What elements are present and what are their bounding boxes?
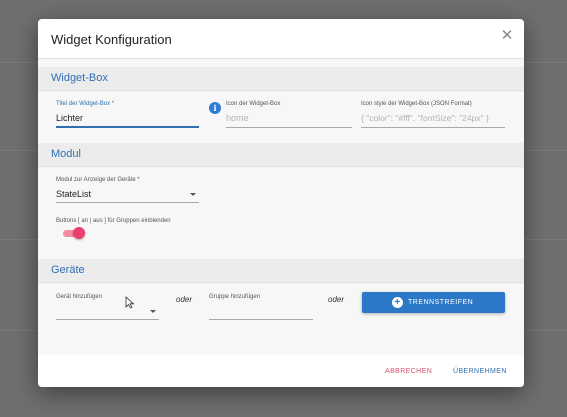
apply-button[interactable]: ÜBERNEHMEN	[453, 368, 507, 375]
widget-icon-underline	[226, 127, 352, 128]
section-title-modul: Modul	[51, 148, 81, 160]
mouse-cursor-icon	[125, 296, 135, 309]
widget-icon-label: Icon der Widget-Box	[226, 101, 281, 107]
add-separator-button-label: TRENNSTREIFEN	[408, 299, 474, 306]
section-header-widget-box: Widget-Box	[38, 67, 524, 90]
modul-select[interactable]: StateList	[56, 189, 91, 199]
device-select-underline	[56, 319, 159, 320]
toggle-thumb[interactable]	[73, 227, 85, 239]
device-select-label: Gerät hinzufügen	[56, 294, 103, 300]
info-icon[interactable]: i	[209, 102, 221, 114]
widget-title-input[interactable]: Lichter	[56, 113, 83, 123]
toggle-label: Buttons [ an | aus ] für Gruppen einblen…	[56, 218, 171, 224]
chevron-down-icon[interactable]	[190, 193, 196, 196]
section-header-geraete: Geräte	[38, 259, 524, 282]
section-header-modul: Modul	[38, 143, 524, 166]
plus-circle-icon: +	[392, 297, 403, 308]
modul-select-underline	[56, 202, 199, 203]
dialog-title: Widget Konfiguration	[51, 32, 172, 47]
icon-style-label: Icon style der Widget-Box (JSON Format)	[361, 101, 472, 107]
chevron-down-icon[interactable]	[150, 310, 156, 313]
icon-style-underline	[361, 127, 505, 128]
close-icon[interactable]: ✕	[499, 28, 515, 44]
section-title-geraete: Geräte	[51, 264, 85, 276]
oder-label-1: oder	[176, 295, 193, 304]
modul-select-label: Modul zur Anzeige der Geräte *	[56, 177, 140, 183]
widget-icon-input[interactable]: home	[226, 113, 249, 123]
cancel-button[interactable]: ABBRECHEN	[385, 368, 432, 375]
icon-style-input[interactable]: { "color": "#fff", "fontSize": "24px" }	[361, 113, 489, 123]
group-field-underline	[209, 319, 313, 320]
oder-label-2: oder	[328, 295, 345, 304]
widget-title-underline	[56, 126, 199, 128]
add-separator-button[interactable]: + TRENNSTREIFEN	[362, 292, 505, 313]
dialog-footer: ABBRECHEN ÜBERNEHMEN	[38, 355, 524, 387]
widget-config-dialog: Widget Konfiguration ✕ Widget-Box Titel …	[38, 19, 524, 387]
section-title-widget-box: Widget-Box	[51, 72, 108, 84]
group-field-label: Gruppe hinzufügen	[209, 294, 261, 300]
widget-title-label: Titel der Widget-Box *	[56, 101, 115, 107]
